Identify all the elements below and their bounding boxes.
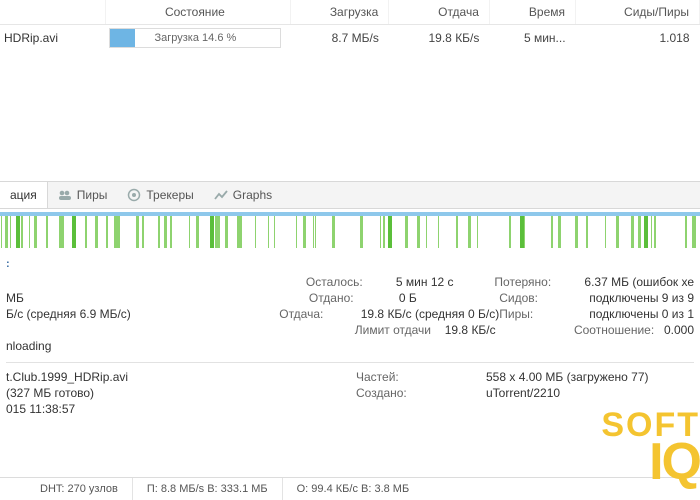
tab-info[interactable]: ация (0, 182, 48, 208)
status-fragment: nloading (6, 339, 51, 353)
section-transfer-label: : (6, 250, 694, 274)
pieces-label: Частей: (356, 370, 446, 384)
done-fragment: (327 МБ готово) (6, 386, 94, 400)
remaining-label: Осталось: (306, 275, 396, 289)
tab-trackers[interactable]: Трекеры (117, 182, 203, 208)
cell-down: 8.7 МБ/s (290, 25, 388, 52)
uplimit-label: Лимит отдачи (355, 323, 445, 337)
trackers-icon (127, 188, 141, 202)
tab-trackers-label: Трекеры (146, 188, 193, 202)
availability-strip (0, 216, 700, 248)
downspeed-fragment: Б/с (средняя 6.9 МБ/с) (6, 307, 131, 321)
tab-graphs-label: Graphs (233, 188, 272, 202)
tab-peers-label: Пиры (77, 188, 108, 202)
remaining-value: 5 мин 12 с (396, 275, 454, 289)
tab-graphs[interactable]: Graphs (204, 182, 282, 208)
peers-label: Пиры: (499, 307, 589, 321)
cell-seeds-peers: 1.018 (576, 25, 700, 52)
col-status[interactable]: Состояние (105, 0, 290, 25)
divider (6, 362, 694, 363)
progress-label: Загрузка 14.6 % (110, 29, 280, 47)
upspeed-value: 19.8 КБ/с (средняя 0 Б/с) (361, 307, 499, 321)
cell-up: 19.8 КБ/s (389, 25, 490, 52)
torrent-name: HDRip.avi (4, 31, 58, 45)
ratio-value: 0.000 (664, 323, 694, 337)
peers-value: подключены 0 из 1 (589, 307, 694, 321)
watermark-logo: SOFT IQ (601, 411, 700, 484)
upspeed-label: Отдача: (279, 307, 361, 321)
torrent-row[interactable]: HDRip.avi Загрузка 14.6 % 8.7 МБ/s 19.8 … (0, 25, 700, 52)
created-value: uTorrent/2210 (486, 386, 560, 400)
uploaded-label: Отдано: (309, 291, 399, 305)
wasted-label: Потеряно: (494, 275, 584, 289)
status-dht[interactable]: DHT: 270 узлов (0, 478, 132, 500)
filename-fragment: t.Club.1999_HDRip.avi (6, 370, 128, 384)
created-label: Создано: (356, 386, 446, 400)
status-down[interactable]: П: 8.8 МБ/s В: 333.1 МБ (132, 478, 282, 500)
details-tabbar: ация Пиры Трекеры Graphs (0, 181, 700, 209)
uplimit-value: 19.8 КБ/с (445, 323, 496, 337)
uploaded-value: 0 Б (399, 291, 417, 305)
col-up[interactable]: Отдача (389, 0, 490, 25)
seeds-label: Сидов: (499, 291, 589, 305)
progress-bar: Загрузка 14.6 % (109, 28, 281, 48)
graphs-icon (214, 188, 228, 202)
col-eta[interactable]: Время (489, 0, 575, 25)
ratio-label: Соотношение: (574, 323, 664, 337)
col-seeds-peers[interactable]: Сиды/Пиры (576, 0, 700, 25)
status-bar: DHT: 270 узлов П: 8.8 МБ/s В: 333.1 МБ О… (0, 477, 700, 500)
peers-icon (58, 188, 72, 202)
tab-peers[interactable]: Пиры (48, 182, 118, 208)
size-fragment2: МБ (6, 291, 24, 305)
details-panel: : Осталось: 5 мин 12 с Потеряно: 6.37 МБ… (0, 250, 700, 417)
pieces-value: 558 x 4.00 МБ (загружено 77) (486, 370, 649, 384)
torrent-list-header: Состояние Загрузка Отдача Время Сиды/Пир… (0, 0, 700, 25)
seeds-value: подключены 9 из 9 (589, 291, 694, 305)
wasted-value: 6.37 МБ (ошибок хе (584, 275, 694, 289)
torrent-list-table: Состояние Загрузка Отдача Время Сиды/Пир… (0, 0, 700, 51)
tab-info-label: ация (10, 188, 37, 202)
status-up[interactable]: О: 99.4 КБ/с В: 3.8 МБ (282, 478, 424, 500)
cell-eta: 5 мин... (489, 25, 575, 52)
availability-panel (0, 209, 700, 250)
col-name[interactable] (0, 0, 105, 25)
col-down[interactable]: Загрузка (290, 0, 388, 25)
added-fragment: 015 11:38:57 (6, 402, 75, 416)
